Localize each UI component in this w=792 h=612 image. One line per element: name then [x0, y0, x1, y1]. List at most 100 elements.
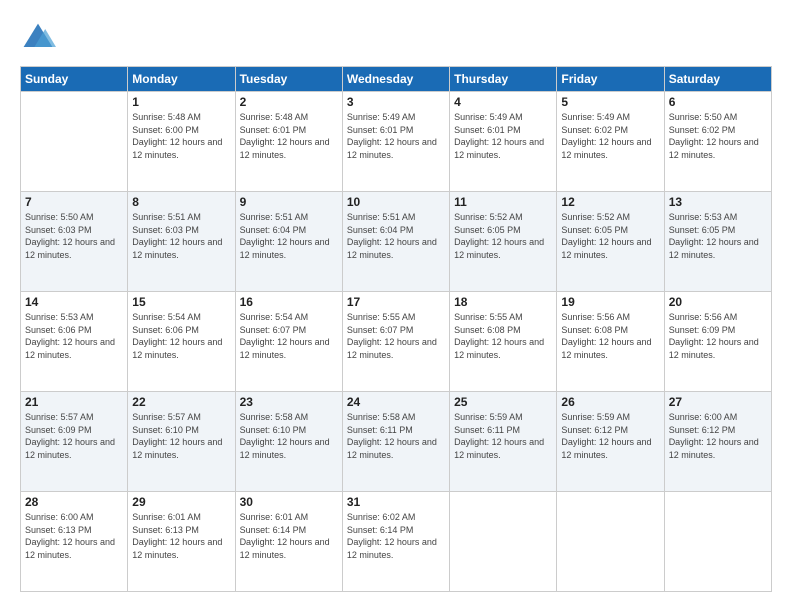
- week-row-3: 14Sunrise: 5:53 AMSunset: 6:06 PMDayligh…: [21, 292, 772, 392]
- day-cell: 29 Sunrise: 6:01 AMSunset: 6:13 PMDayligh…: [128, 492, 235, 592]
- day-number: 30: [240, 495, 338, 509]
- day-number: 7: [25, 195, 123, 209]
- day-info: Sunrise: 5:57 AMSunset: 6:10 PMDaylight:…: [132, 412, 222, 460]
- week-row-4: 21 Sunrise: 5:57 AMSunset: 6:09 PMDayligh…: [21, 392, 772, 492]
- col-header-tuesday: Tuesday: [235, 67, 342, 92]
- week-row-5: 28Sunrise: 6:00 AMSunset: 6:13 PMDayligh…: [21, 492, 772, 592]
- day-cell: 19Sunrise: 5:56 AMSunset: 6:08 PMDayligh…: [557, 292, 664, 392]
- day-info: Sunrise: 6:00 AMSunset: 6:12 PMDaylight:…: [669, 412, 759, 460]
- day-cell: [557, 492, 664, 592]
- day-info: Sunrise: 5:49 AMSunset: 6:02 PMDaylight:…: [561, 112, 651, 160]
- day-number: 21: [25, 395, 123, 409]
- day-info: Sunrise: 5:54 AMSunset: 6:06 PMDaylight:…: [132, 312, 222, 360]
- day-cell: 8 Sunrise: 5:51 AMSunset: 6:03 PMDaylight…: [128, 192, 235, 292]
- day-cell: 31Sunrise: 6:02 AMSunset: 6:14 PMDayligh…: [342, 492, 449, 592]
- day-cell: 26 Sunrise: 5:59 AMSunset: 6:12 PMDayligh…: [557, 392, 664, 492]
- day-info: Sunrise: 6:01 AMSunset: 6:14 PMDaylight:…: [240, 512, 330, 560]
- day-cell: 16 Sunrise: 5:54 AMSunset: 6:07 PMDayligh…: [235, 292, 342, 392]
- day-number: 12: [561, 195, 659, 209]
- day-cell: 28Sunrise: 6:00 AMSunset: 6:13 PMDayligh…: [21, 492, 128, 592]
- day-cell: 11Sunrise: 5:52 AMSunset: 6:05 PMDayligh…: [450, 192, 557, 292]
- day-info: Sunrise: 5:49 AMSunset: 6:01 PMDaylight:…: [454, 112, 544, 160]
- day-number: 24: [347, 395, 445, 409]
- col-header-friday: Friday: [557, 67, 664, 92]
- day-number: 13: [669, 195, 767, 209]
- col-header-saturday: Saturday: [664, 67, 771, 92]
- day-cell: 2 Sunrise: 5:48 AMSunset: 6:01 PMDaylight…: [235, 92, 342, 192]
- day-number: 18: [454, 295, 552, 309]
- day-info: Sunrise: 5:55 AMSunset: 6:08 PMDaylight:…: [454, 312, 544, 360]
- day-cell: 23 Sunrise: 5:58 AMSunset: 6:10 PMDayligh…: [235, 392, 342, 492]
- day-info: Sunrise: 5:51 AMSunset: 6:04 PMDaylight:…: [240, 212, 330, 260]
- day-number: 28: [25, 495, 123, 509]
- day-number: 4: [454, 95, 552, 109]
- day-cell: 13 Sunrise: 5:53 AMSunset: 6:05 PMDayligh…: [664, 192, 771, 292]
- col-header-sunday: Sunday: [21, 67, 128, 92]
- day-number: 5: [561, 95, 659, 109]
- day-info: Sunrise: 5:48 AMSunset: 6:00 PMDaylight:…: [132, 112, 222, 160]
- day-number: 11: [454, 195, 552, 209]
- day-cell: 17 Sunrise: 5:55 AMSunset: 6:07 PMDayligh…: [342, 292, 449, 392]
- logo-icon: [20, 20, 56, 56]
- day-number: 31: [347, 495, 445, 509]
- day-info: Sunrise: 5:56 AMSunset: 6:08 PMDaylight:…: [561, 312, 651, 360]
- day-cell: [450, 492, 557, 592]
- day-number: 27: [669, 395, 767, 409]
- day-cell: 7 Sunrise: 5:50 AMSunset: 6:03 PMDaylight…: [21, 192, 128, 292]
- col-header-wednesday: Wednesday: [342, 67, 449, 92]
- day-number: 8: [132, 195, 230, 209]
- day-number: 2: [240, 95, 338, 109]
- day-cell: 9 Sunrise: 5:51 AMSunset: 6:04 PMDaylight…: [235, 192, 342, 292]
- day-number: 22: [132, 395, 230, 409]
- day-cell: 6 Sunrise: 5:50 AMSunset: 6:02 PMDaylight…: [664, 92, 771, 192]
- day-info: Sunrise: 5:53 AMSunset: 6:06 PMDaylight:…: [25, 312, 115, 360]
- day-info: Sunrise: 5:50 AMSunset: 6:03 PMDaylight:…: [25, 212, 115, 260]
- day-cell: 21 Sunrise: 5:57 AMSunset: 6:09 PMDayligh…: [21, 392, 128, 492]
- day-cell: 22 Sunrise: 5:57 AMSunset: 6:10 PMDayligh…: [128, 392, 235, 492]
- day-number: 1: [132, 95, 230, 109]
- day-info: Sunrise: 6:01 AMSunset: 6:13 PMDaylight:…: [132, 512, 222, 560]
- day-info: Sunrise: 5:54 AMSunset: 6:07 PMDaylight:…: [240, 312, 330, 360]
- day-number: 6: [669, 95, 767, 109]
- day-info: Sunrise: 5:59 AMSunset: 6:12 PMDaylight:…: [561, 412, 651, 460]
- day-cell: 24 Sunrise: 5:58 AMSunset: 6:11 PMDayligh…: [342, 392, 449, 492]
- day-cell: 12 Sunrise: 5:52 AMSunset: 6:05 PMDayligh…: [557, 192, 664, 292]
- day-cell: [21, 92, 128, 192]
- day-info: Sunrise: 5:58 AMSunset: 6:11 PMDaylight:…: [347, 412, 437, 460]
- day-cell: 10 Sunrise: 5:51 AMSunset: 6:04 PMDayligh…: [342, 192, 449, 292]
- day-cell: 30 Sunrise: 6:01 AMSunset: 6:14 PMDayligh…: [235, 492, 342, 592]
- day-info: Sunrise: 5:48 AMSunset: 6:01 PMDaylight:…: [240, 112, 330, 160]
- week-row-2: 7 Sunrise: 5:50 AMSunset: 6:03 PMDaylight…: [21, 192, 772, 292]
- calendar-table: SundayMondayTuesdayWednesdayThursdayFrid…: [20, 66, 772, 592]
- day-info: Sunrise: 5:53 AMSunset: 6:05 PMDaylight:…: [669, 212, 759, 260]
- day-cell: [664, 492, 771, 592]
- header: [20, 20, 772, 56]
- day-cell: 27 Sunrise: 6:00 AMSunset: 6:12 PMDayligh…: [664, 392, 771, 492]
- logo: [20, 20, 62, 56]
- day-info: Sunrise: 5:50 AMSunset: 6:02 PMDaylight:…: [669, 112, 759, 160]
- day-number: 23: [240, 395, 338, 409]
- day-cell: 14Sunrise: 5:53 AMSunset: 6:06 PMDayligh…: [21, 292, 128, 392]
- day-number: 16: [240, 295, 338, 309]
- day-info: Sunrise: 5:52 AMSunset: 6:05 PMDaylight:…: [561, 212, 651, 260]
- day-cell: 3Sunrise: 5:49 AMSunset: 6:01 PMDaylight…: [342, 92, 449, 192]
- day-cell: 5 Sunrise: 5:49 AMSunset: 6:02 PMDaylight…: [557, 92, 664, 192]
- day-info: Sunrise: 5:58 AMSunset: 6:10 PMDaylight:…: [240, 412, 330, 460]
- day-cell: 4 Sunrise: 5:49 AMSunset: 6:01 PMDaylight…: [450, 92, 557, 192]
- day-number: 17: [347, 295, 445, 309]
- day-cell: 18 Sunrise: 5:55 AMSunset: 6:08 PMDayligh…: [450, 292, 557, 392]
- day-info: Sunrise: 5:49 AMSunset: 6:01 PMDaylight:…: [347, 112, 437, 160]
- day-number: 26: [561, 395, 659, 409]
- day-number: 9: [240, 195, 338, 209]
- day-info: Sunrise: 5:51 AMSunset: 6:04 PMDaylight:…: [347, 212, 437, 260]
- day-number: 15: [132, 295, 230, 309]
- day-info: Sunrise: 5:55 AMSunset: 6:07 PMDaylight:…: [347, 312, 437, 360]
- day-number: 29: [132, 495, 230, 509]
- day-cell: 1 Sunrise: 5:48 AMSunset: 6:00 PMDaylight…: [128, 92, 235, 192]
- col-header-thursday: Thursday: [450, 67, 557, 92]
- page: SundayMondayTuesdayWednesdayThursdayFrid…: [0, 0, 792, 612]
- day-info: Sunrise: 5:57 AMSunset: 6:09 PMDaylight:…: [25, 412, 115, 460]
- col-header-monday: Monday: [128, 67, 235, 92]
- day-info: Sunrise: 5:51 AMSunset: 6:03 PMDaylight:…: [132, 212, 222, 260]
- day-number: 10: [347, 195, 445, 209]
